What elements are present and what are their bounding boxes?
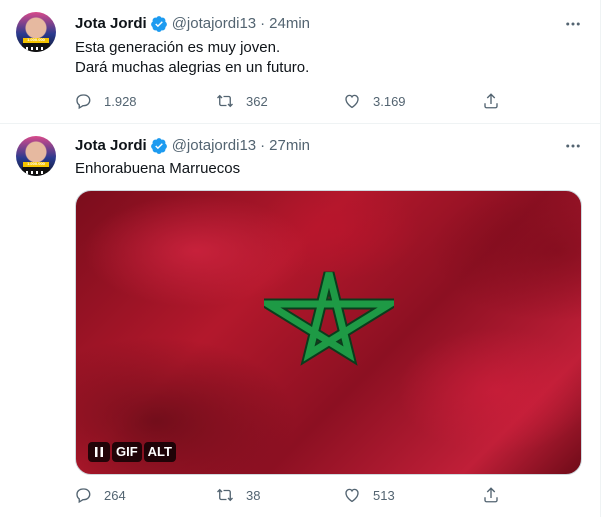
retweet-icon xyxy=(217,94,233,108)
avatar-text: 1.000.000 xyxy=(27,161,45,166)
tweet-text: Enhorabuena Marruecos xyxy=(75,159,240,179)
tweet[interactable]: 1.000.000 Jota Jordi @jotajordi13 · 27mi… xyxy=(0,124,600,517)
verified-badge-icon xyxy=(150,138,167,154)
tweet-text-line: Enhorabuena Marruecos xyxy=(75,160,241,177)
avatar-text: 1.000.000 xyxy=(27,37,45,42)
like-icon xyxy=(345,94,359,109)
avatar[interactable]: 1.000.000 xyxy=(16,136,56,176)
reply-icon xyxy=(76,94,91,110)
retweet-button[interactable]: 38 xyxy=(216,485,260,505)
share-icon xyxy=(484,93,498,109)
author-handle[interactable]: @jotajordi13 xyxy=(172,14,256,34)
tweet-header: Jota Jordi @jotajordi13 · 27min xyxy=(75,136,310,156)
separator: · xyxy=(260,137,266,154)
pause-button[interactable] xyxy=(88,442,110,462)
like-button[interactable]: 3.169 xyxy=(343,91,406,111)
pentagram-star-icon xyxy=(264,271,394,366)
reply-count: 264 xyxy=(104,487,126,503)
separator: · xyxy=(260,15,266,32)
timestamp[interactable]: 24min xyxy=(269,14,310,34)
tweet-actions: 1.928 362 3.169 xyxy=(68,91,510,111)
reply-count: 1.928 xyxy=(104,93,137,109)
verified-badge-icon xyxy=(150,16,167,32)
reply-button[interactable]: 1.928 xyxy=(74,91,137,111)
reply-button[interactable]: 264 xyxy=(74,485,126,505)
timeline: 1.000.000 Jota Jordi @jotajordi13 · 24mi… xyxy=(0,0,601,517)
like-count: 3.169 xyxy=(373,93,406,109)
tweet-text-line: Esta generación es muy joven. xyxy=(75,39,281,56)
retweet-count: 38 xyxy=(246,487,261,503)
avatar[interactable]: 1.000.000 xyxy=(16,12,56,52)
retweet-button[interactable]: 362 xyxy=(216,91,268,111)
like-button[interactable]: 513 xyxy=(343,485,395,505)
more-icon[interactable] xyxy=(562,14,584,34)
tweet-text-line: Dará muchas alegrias en un futuro. xyxy=(75,59,310,76)
author-handle[interactable]: @jotajordi13 xyxy=(172,136,256,156)
pause-icon xyxy=(95,447,103,457)
tweet-header: Jota Jordi @jotajordi13 · 24min xyxy=(75,14,310,34)
timestamp[interactable]: 27min xyxy=(269,136,310,156)
alt-badge[interactable]: ALT xyxy=(143,442,176,462)
gif-badge: GIF xyxy=(112,442,142,462)
share-icon xyxy=(484,487,498,503)
share-button[interactable] xyxy=(482,91,500,111)
more-icon[interactable] xyxy=(562,136,584,156)
share-button[interactable] xyxy=(482,485,500,505)
gif-controls: GIF ALT xyxy=(88,442,176,462)
author-name[interactable]: Jota Jordi xyxy=(75,14,147,34)
tweet[interactable]: 1.000.000 Jota Jordi @jotajordi13 · 24mi… xyxy=(0,0,600,124)
gif-media[interactable]: GIF ALT xyxy=(75,190,582,475)
like-count: 513 xyxy=(373,487,395,503)
like-icon xyxy=(345,488,359,503)
retweet-icon xyxy=(217,488,233,502)
retweet-count: 362 xyxy=(246,93,268,109)
tweet-actions: 264 38 513 xyxy=(68,485,510,505)
reply-icon xyxy=(76,488,91,504)
author-name[interactable]: Jota Jordi xyxy=(75,136,147,156)
tweet-text: Esta generación es muy joven. Dará mucha… xyxy=(75,38,309,78)
